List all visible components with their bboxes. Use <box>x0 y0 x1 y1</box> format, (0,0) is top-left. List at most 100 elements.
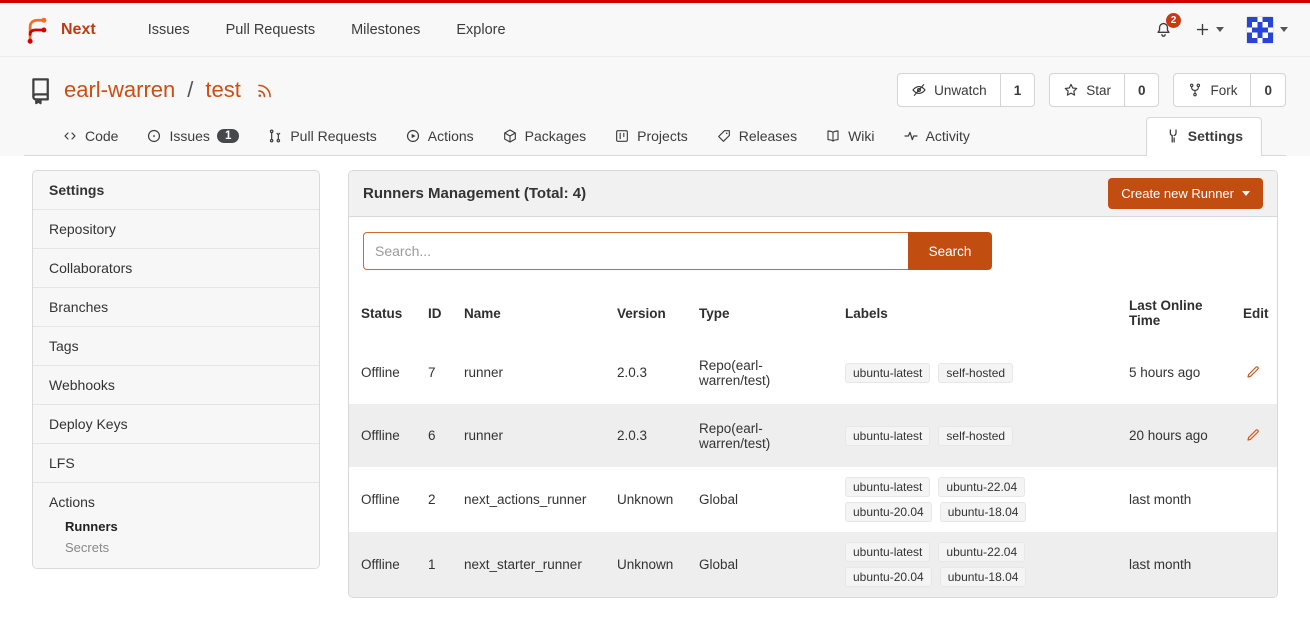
nav-issues[interactable]: Issues <box>130 22 208 38</box>
tab-projects[interactable]: Projects <box>600 119 702 155</box>
star-label: Star <box>1086 83 1111 98</box>
tab-code[interactable]: Code <box>48 119 132 155</box>
col-name: Name <box>452 285 605 341</box>
runner-label-chip: self-hosted <box>938 363 1013 383</box>
repo-separator: / <box>187 77 193 103</box>
runner-label-chip: ubuntu-22.04 <box>938 542 1025 562</box>
nav-milestones[interactable]: Milestones <box>333 22 438 38</box>
issue-icon <box>146 128 162 144</box>
fork-icon <box>1187 82 1203 98</box>
runner-label-chip: ubuntu-20.04 <box>845 567 932 587</box>
sidebar-item-tags[interactable]: Tags <box>33 327 319 366</box>
repo-header: earl-warren / test <box>0 57 1310 156</box>
tag-icon <box>716 128 732 144</box>
edit-runner-button[interactable] <box>1243 362 1263 382</box>
repo-tabs: Code Issues 1 Pull Requests Actions <box>24 107 1286 156</box>
runner-row: Offline 2 next_actions_runner Unknown Gl… <box>349 467 1277 532</box>
runner-name: runner <box>452 404 605 467</box>
tab-actions[interactable]: Actions <box>391 119 488 155</box>
play-circle-icon <box>405 128 421 144</box>
tab-activity[interactable]: Activity <box>889 119 984 155</box>
search-button[interactable]: Search <box>908 232 992 270</box>
settings-sidebar: Settings Repository Collaborators Branch… <box>32 170 320 569</box>
runner-label-chip: ubuntu-18.04 <box>940 502 1027 522</box>
sidebar-item-repository[interactable]: Repository <box>33 210 319 249</box>
sidebar-item-collaborators[interactable]: Collaborators <box>33 249 319 288</box>
repo-title: earl-warren / test <box>24 75 274 105</box>
star-icon <box>1063 82 1079 98</box>
col-type: Type <box>687 285 833 341</box>
fork-label: Fork <box>1210 83 1237 98</box>
tab-releases[interactable]: Releases <box>702 119 811 155</box>
pull-request-icon <box>267 128 283 144</box>
rss-icon[interactable] <box>255 81 274 100</box>
runner-version: 2.0.3 <box>605 341 687 404</box>
user-menu-dropdown[interactable] <box>1246 16 1288 44</box>
tab-pull-requests[interactable]: Pull Requests <box>253 119 390 155</box>
runner-label-chip: ubuntu-latest <box>845 426 930 446</box>
runner-last-online: 5 hours ago <box>1117 341 1231 404</box>
avatar <box>1246 16 1274 44</box>
repo-owner-link[interactable]: earl-warren <box>64 77 175 103</box>
sidebar-subitem-secrets[interactable]: Secrets <box>33 537 319 558</box>
nav-explore[interactable]: Explore <box>438 22 523 38</box>
chevron-down-icon <box>1242 191 1250 196</box>
runner-label-chip: ubuntu-latest <box>845 477 930 497</box>
runner-label-chip: ubuntu-20.04 <box>845 502 932 522</box>
runner-name: next_actions_runner <box>452 467 605 532</box>
watch-button-group: Unwatch 1 <box>897 73 1035 107</box>
sidebar-item-actions[interactable]: Actions <box>33 483 319 516</box>
sidebar-item-deploy-keys[interactable]: Deploy Keys <box>33 405 319 444</box>
runner-label-chip: ubuntu-18.04 <box>940 567 1027 587</box>
runner-name: runner <box>452 341 605 404</box>
panel-title: Runners Management (Total: 4) <box>363 185 586 202</box>
runner-label-chip: ubuntu-latest <box>845 542 930 562</box>
search-input[interactable] <box>363 232 908 270</box>
pencil-icon <box>1245 427 1261 443</box>
star-button[interactable]: Star <box>1050 74 1124 106</box>
runner-type: Global <box>687 467 833 532</box>
runner-label-chip: ubuntu-latest <box>845 363 930 383</box>
sidebar-subitem-runners[interactable]: Runners <box>33 516 319 537</box>
edit-runner-button[interactable] <box>1243 425 1263 445</box>
runner-type: Repo(earl-warren/test) <box>687 404 833 467</box>
stars-count[interactable]: 0 <box>1124 74 1159 106</box>
runner-row: Offline 6 runner 2.0.3 Repo(earl-warren/… <box>349 404 1277 467</box>
sidebar-item-branches[interactable]: Branches <box>33 288 319 327</box>
runner-id: 1 <box>416 532 452 597</box>
sidebar-item-webhooks[interactable]: Webhooks <box>33 366 319 405</box>
runner-label-chip: ubuntu-22.04 <box>938 477 1025 497</box>
fork-button-group: Fork 0 <box>1173 73 1286 107</box>
sidebar-group-actions: Actions Runners Secrets <box>33 483 319 568</box>
issues-count-badge: 1 <box>217 129 239 143</box>
unwatch-label: Unwatch <box>934 83 987 98</box>
chevron-down-icon <box>1216 27 1224 32</box>
tab-issues[interactable]: Issues 1 <box>132 119 253 155</box>
col-edit: Edit <box>1231 285 1277 341</box>
create-new-runner-button[interactable]: Create new Runner <box>1108 178 1263 209</box>
fork-button[interactable]: Fork <box>1174 74 1250 106</box>
unwatch-button[interactable]: Unwatch <box>898 74 1000 106</box>
sidebar-item-lfs[interactable]: LFS <box>33 444 319 483</box>
chevron-down-icon <box>1280 27 1288 32</box>
main-navbar: Next Issues Pull Requests Milestones Exp… <box>0 3 1310 57</box>
tab-settings[interactable]: Settings <box>1146 117 1262 156</box>
forks-count[interactable]: 0 <box>1250 74 1285 106</box>
repo-name-link[interactable]: test <box>205 77 240 103</box>
create-new-dropdown[interactable] <box>1195 22 1224 37</box>
tab-wiki[interactable]: Wiki <box>811 119 888 155</box>
runner-id: 6 <box>416 404 452 467</box>
pencil-icon <box>1245 364 1261 380</box>
tab-packages[interactable]: Packages <box>488 119 600 155</box>
forgejo-logo-link[interactable]: Next <box>22 15 96 45</box>
book-icon <box>825 128 841 144</box>
nav-pull-requests[interactable]: Pull Requests <box>208 22 333 38</box>
watchers-count[interactable]: 1 <box>1000 74 1035 106</box>
runner-row: Offline 7 runner 2.0.3 Repo(earl-warren/… <box>349 341 1277 404</box>
runner-last-online: last month <box>1117 532 1231 597</box>
col-status: Status <box>349 285 416 341</box>
table-header-row: Status ID Name Version Type Labels Last … <box>349 285 1277 341</box>
pulse-icon <box>903 128 919 144</box>
notifications-button[interactable]: 2 <box>1154 20 1173 39</box>
runner-label-chip: self-hosted <box>938 426 1013 446</box>
